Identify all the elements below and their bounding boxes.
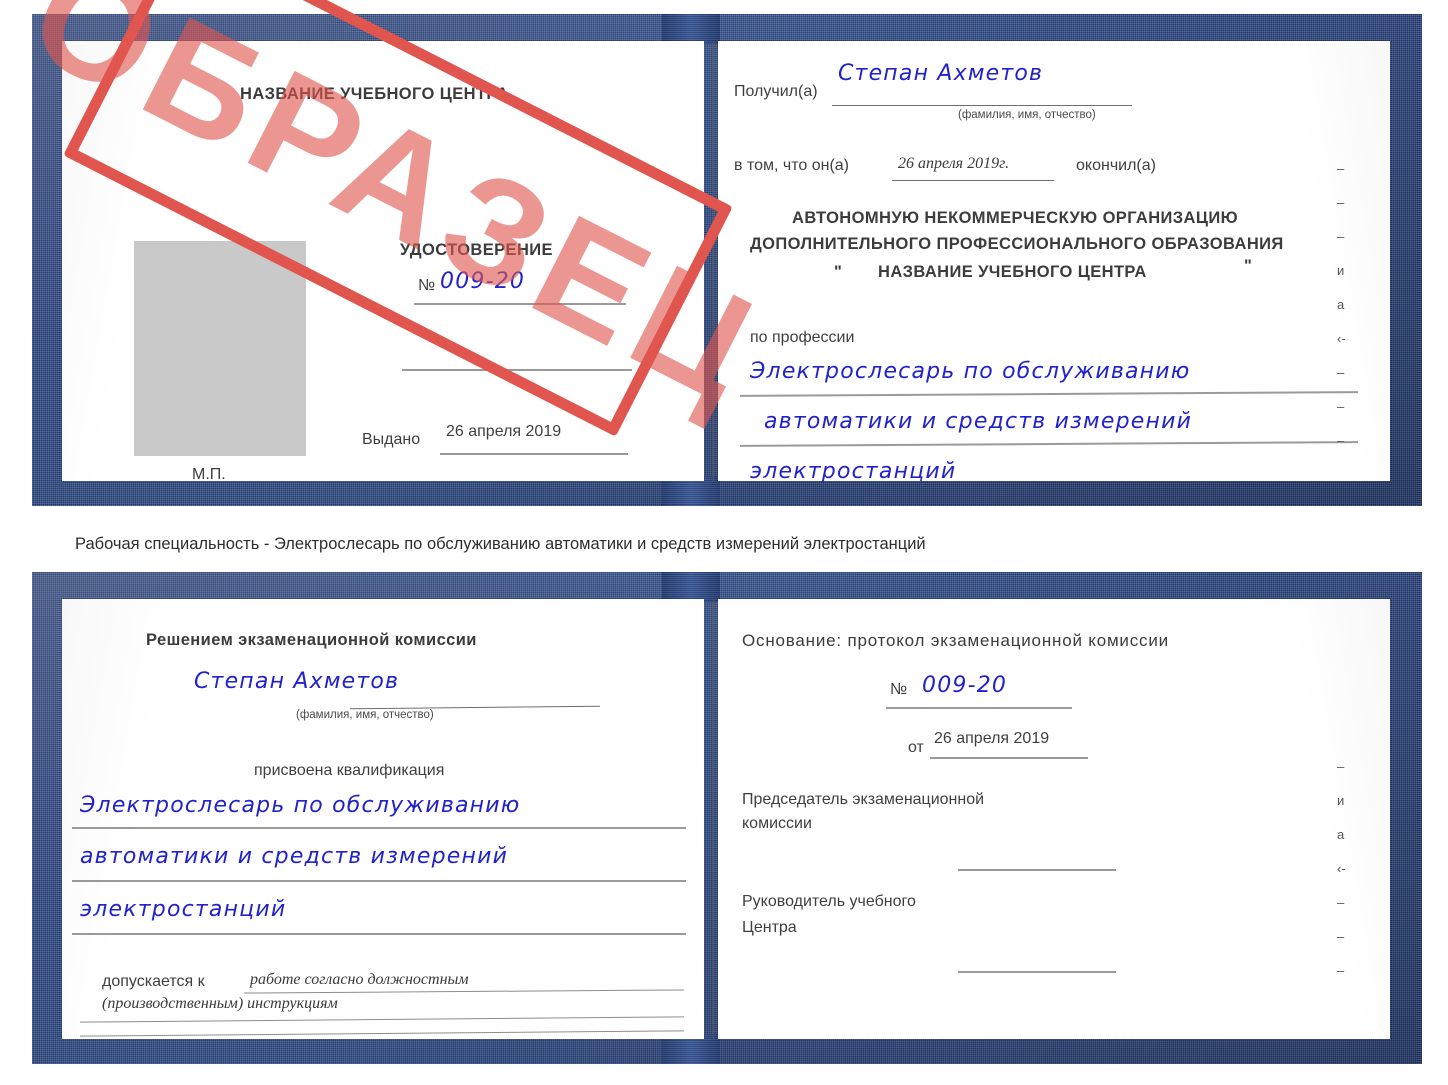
protocol-date-value: 26 апреля 2019 xyxy=(934,730,1050,747)
completed-date-value: 26 апреля 2019г. xyxy=(898,155,1010,172)
profession-line-3: электростанций xyxy=(750,459,957,484)
qualification-rule-2 xyxy=(72,880,686,882)
organization-line-2: ДОПОЛНИТЕЛЬНОГО ПРОФЕССИОНАЛЬНОГО ОБРАЗО… xyxy=(750,235,1284,253)
completed-date-rule xyxy=(892,180,1054,182)
chairman-label-line-1: Председатель экзаменационной xyxy=(742,791,985,808)
protocol-number-value: 009-20 xyxy=(922,673,1008,698)
top-certificate-left-page: НАЗВАНИЕ УЧЕБНОГО ЦЕНТРА УДОСТОВЕРЕНИЕ №… xyxy=(62,41,704,483)
received-rule xyxy=(832,105,1132,107)
profession-rule-2 xyxy=(740,441,1358,447)
binding-tab-top xyxy=(662,572,720,602)
edge-mark: – xyxy=(1337,895,1345,910)
organization-line-1: АВТОНОМНУЮ НЕКОММЕРЧЕСКУЮ ОРГАНИЗАЦИЮ xyxy=(792,209,1238,227)
number-label: № xyxy=(418,277,436,294)
document-title: УДОСТОВЕРЕНИЕ xyxy=(400,241,553,259)
issued-rule xyxy=(440,453,628,455)
edge-mark: – xyxy=(1337,399,1345,414)
bottom-certificate-spine xyxy=(712,599,715,1039)
bottom-edge-marks: – и а ‹- – – – xyxy=(1337,760,1346,998)
number-rule xyxy=(414,303,626,305)
certificate-top: НАЗВАНИЕ УЧЕБНОГО ЦЕНТРА УДОСТОВЕРЕНИЕ №… xyxy=(32,14,1422,506)
top-edge-marks: – – – и а ‹- – – – xyxy=(1337,162,1346,468)
fio-hint: (фамилия, имя, отчество) xyxy=(958,109,1096,121)
admitted-value-line-2: (производственным) инструкциям xyxy=(102,995,338,1012)
head-label-line-2: Центра xyxy=(742,919,797,936)
edge-mark: а xyxy=(1337,297,1345,312)
edge-mark: – xyxy=(1337,433,1345,448)
blank-rule-1 xyxy=(402,369,632,371)
qualification-line-2: автоматики и средств измерений xyxy=(80,844,509,869)
fio-hint: (фамилия, имя, отчество) xyxy=(296,709,434,721)
edge-mark: – xyxy=(1337,963,1345,978)
edge-mark: а xyxy=(1337,827,1345,842)
head-label-line-1: Руководитель учебного xyxy=(742,893,916,910)
admitted-rule-3 xyxy=(80,1030,684,1037)
student-name-value: Степан Ахметов xyxy=(194,669,400,694)
basis-label: Основание: протокол экзаменационной коми… xyxy=(742,631,1169,650)
top-certificate-right-page: Получил(а) Степан Ахметов (фамилия, имя,… xyxy=(718,41,1390,484)
edge-mark: – xyxy=(1337,365,1345,380)
protocol-number-rule xyxy=(886,707,1072,709)
admitted-value-line-1: работе согласно должностным xyxy=(250,971,469,988)
training-center-title: НАЗВАНИЕ УЧЕБНОГО ЦЕНТРА xyxy=(240,85,509,103)
admitted-rule-1 xyxy=(244,989,684,994)
protocol-number-label: № xyxy=(890,681,908,698)
qualification-label: присвоена квалификация xyxy=(254,762,445,779)
organization-quote-open: " xyxy=(834,263,843,281)
edge-mark: – xyxy=(1337,161,1345,176)
chairman-label-line-2: комиссии xyxy=(742,815,812,832)
edge-mark: – xyxy=(1337,195,1345,210)
edge-mark: ‹- xyxy=(1337,331,1346,346)
profession-label: по профессии xyxy=(750,329,855,346)
photo-placeholder xyxy=(134,241,306,456)
in-that-label: в том, что он(а) xyxy=(734,157,849,174)
bottom-certificate-right-page: Основание: протокол экзаменационной коми… xyxy=(718,599,1390,1039)
profession-line-2: автоматики и средств измерений xyxy=(764,409,1193,434)
edge-mark: ‹- xyxy=(1337,861,1346,876)
chairman-signature-rule xyxy=(958,869,1116,871)
edge-mark: – xyxy=(1337,929,1345,944)
edge-mark: – xyxy=(1337,759,1345,774)
issued-value: 26 апреля 2019 xyxy=(446,423,562,440)
qualification-rule-3 xyxy=(72,933,686,935)
received-name-value: Степан Ахметов xyxy=(838,61,1044,86)
seal-label: М.П. xyxy=(192,466,226,483)
decision-header: Решением экзаменационной комиссии xyxy=(146,631,477,649)
binding-tab-top xyxy=(662,14,720,44)
qualification-rule-1 xyxy=(72,827,686,829)
edge-mark: – xyxy=(1337,229,1345,244)
head-signature-rule xyxy=(958,971,1116,973)
edge-mark: и xyxy=(1337,793,1345,808)
certificate-bottom: Решением экзаменационной комиссии Степан… xyxy=(32,572,1422,1064)
admitted-label: допускается к xyxy=(102,973,205,990)
number-value: 009-20 xyxy=(440,269,526,294)
received-label: Получил(а) xyxy=(734,83,818,100)
qualification-line-3: электростанций xyxy=(80,897,287,922)
edge-mark: и xyxy=(1337,263,1345,278)
issued-label: Выдано xyxy=(362,431,421,448)
protocol-date-rule xyxy=(930,757,1088,759)
bottom-certificate-left-page: Решением экзаменационной комиссии Степан… xyxy=(62,599,704,1039)
finished-label: окончил(а) xyxy=(1076,157,1156,174)
organization-quote-close: " xyxy=(1244,257,1253,275)
specialty-caption: Рабочая специальность - Электрослесарь п… xyxy=(75,535,926,553)
profession-rule-1 xyxy=(740,391,1358,397)
profession-line-1: Электрослесарь по обслуживанию xyxy=(750,359,1191,384)
admitted-rule-2 xyxy=(80,1016,684,1023)
top-certificate-spine xyxy=(712,41,715,481)
qualification-line-1: Электрослесарь по обслуживанию xyxy=(80,793,521,818)
protocol-date-label: от xyxy=(908,739,924,756)
organization-line-3: НАЗВАНИЕ УЧЕБНОГО ЦЕНТРА xyxy=(878,263,1147,281)
